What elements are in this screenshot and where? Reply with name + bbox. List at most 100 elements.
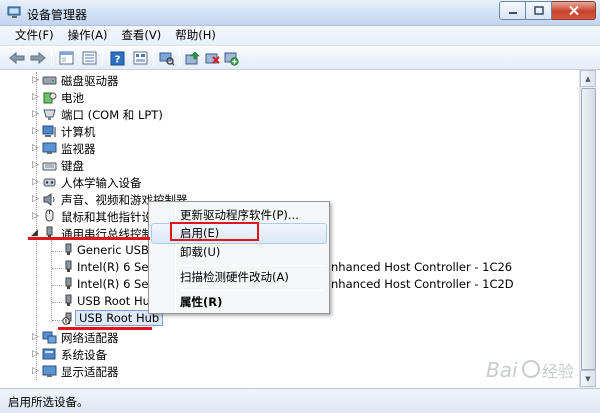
usb-root-hub-underline	[58, 327, 152, 330]
window-title: 设备管理器	[27, 8, 88, 22]
disabled-usb-device-icon	[62, 312, 72, 325]
minimize-button[interactable]	[499, 1, 526, 20]
expand-arrow-icon[interactable]: ▷	[32, 367, 41, 376]
enable-device-button[interactable]	[222, 49, 240, 67]
update-driver-button[interactable]	[183, 49, 201, 67]
mouse-icon	[45, 209, 54, 222]
expand-arrow-icon[interactable]: ▷	[32, 333, 41, 342]
speaker-icon	[43, 193, 55, 206]
forward-button[interactable]	[29, 49, 47, 67]
system-device-icon	[42, 348, 56, 360]
menu-file[interactable]: 文件(F)	[8, 26, 61, 45]
usb-device-icon	[65, 260, 72, 272]
usb-device-icon	[65, 277, 72, 289]
details-view-button[interactable]	[131, 49, 149, 67]
enable-highlight-box	[170, 222, 259, 241]
tree-item-label: 键盘	[61, 159, 84, 173]
svg-text:?: ?	[114, 54, 120, 65]
context-menu: 更新驱动程序软件(P)... 启用(E) 卸载(U) 扫描检测硬件改动(A) 属…	[148, 201, 330, 314]
menu-help[interactable]: 帮助(H)	[168, 26, 223, 45]
tree-item-label: 显示适配器	[61, 365, 119, 379]
svg-text:经验: 经验	[542, 362, 574, 381]
uninstall-button[interactable]	[203, 49, 221, 67]
tree-item-label: 系统设备	[61, 348, 107, 362]
disk-drive-icon	[42, 76, 57, 85]
list-view-icon	[82, 51, 96, 65]
svg-text:Bai: Bai	[486, 358, 518, 382]
battery-icon	[43, 92, 57, 104]
enable-device-icon	[224, 52, 239, 66]
toolbar-separator	[153, 50, 154, 66]
expand-arrow-icon[interactable]: ▷	[32, 350, 41, 359]
expand-arrow-icon[interactable]: ▷	[32, 110, 41, 119]
close-icon	[568, 5, 579, 16]
maximize-button[interactable]	[526, 1, 552, 20]
tree-item-label: 人体学输入设备	[61, 176, 142, 190]
back-button[interactable]	[8, 49, 26, 67]
context-menu-separator	[179, 265, 325, 266]
tree-item-label: USB Root Hub	[77, 294, 158, 308]
expand-arrow-icon[interactable]: ▷	[32, 76, 41, 85]
vertical-scrollbar[interactable]: ▲ ▼	[579, 70, 596, 388]
expand-arrow-icon[interactable]: ▷	[32, 144, 41, 153]
expand-arrow-icon[interactable]: ▷	[32, 195, 41, 204]
toolbar: ?	[0, 46, 600, 70]
usb-device-icon	[65, 294, 72, 306]
device-manager-icon	[7, 6, 21, 18]
toolbar-separator	[51, 50, 52, 66]
scroll-up-button[interactable]: ▲	[580, 70, 596, 87]
network-adapter-icon	[42, 331, 57, 344]
scan-hardware-icon	[159, 52, 175, 66]
forward-arrow-icon	[30, 51, 46, 65]
expand-arrow-icon[interactable]: ▷	[32, 161, 41, 170]
context-menu-separator	[179, 290, 325, 291]
tree-item-label: 端口 (COM 和 LPT)	[61, 108, 163, 122]
display-adapter-icon	[42, 365, 57, 377]
update-driver-icon	[185, 51, 200, 64]
tree-item-label-tail: nhanced Host Controller - 1C26	[331, 260, 513, 274]
usb-device-icon	[65, 243, 72, 255]
menu-item-properties[interactable]: 属性(R)	[151, 292, 327, 313]
expand-arrow-icon[interactable]: ▷	[32, 93, 41, 102]
tree-item-label: 计算机	[61, 125, 96, 139]
menu-item-scan-hardware[interactable]: 扫描检测硬件改动(A)	[151, 267, 327, 288]
help-button[interactable]: ?	[108, 49, 126, 67]
toolbar-separator	[102, 50, 103, 66]
tree-item-label: 磁盘驱动器	[61, 74, 119, 88]
tree-item-label-tail: nhanced Host Controller - 1C2D	[331, 277, 514, 291]
back-arrow-icon	[9, 51, 25, 65]
human-interface-device-icon	[43, 178, 56, 187]
tree-item-label: 监视器	[61, 142, 96, 156]
list-view-button[interactable]	[80, 49, 98, 67]
properties-window-button[interactable]	[57, 49, 75, 67]
menu-bar: 文件(F) 操作(A) 查看(V) 帮助(H)	[0, 26, 600, 46]
toolbar-separator	[179, 50, 180, 66]
computer-icon	[42, 125, 56, 137]
properties-window-icon	[59, 51, 73, 65]
status-text: 启用所选设备。	[8, 395, 89, 409]
expand-arrow-icon[interactable]: ▷	[32, 212, 41, 221]
expand-arrow-icon[interactable]: ▷	[32, 127, 41, 136]
scan-hardware-button[interactable]	[158, 49, 176, 67]
maximize-icon	[533, 6, 544, 15]
usb-controllers-underline	[28, 237, 150, 240]
details-view-icon	[133, 51, 147, 65]
scroll-up-arrow-icon: ▲	[585, 74, 591, 83]
monitor-icon	[42, 142, 57, 154]
title-bar[interactable]: 设备管理器	[0, 0, 600, 26]
window-controls	[499, 1, 596, 20]
expand-arrow-icon[interactable]: ▷	[32, 178, 41, 187]
baidu-watermark-logo: Bai 经验	[486, 358, 574, 382]
tree-branch-line	[51, 240, 52, 322]
menu-action[interactable]: 操作(A)	[61, 26, 115, 45]
minimize-icon	[508, 11, 517, 14]
scroll-thumb[interactable]	[581, 88, 596, 370]
tree-item-label: 电池	[61, 91, 84, 105]
port-icon	[43, 109, 56, 120]
uninstall-icon	[205, 53, 220, 64]
close-button[interactable]	[552, 1, 596, 20]
tree-item-label: 网络适配器	[61, 331, 119, 345]
keyboard-icon	[42, 162, 57, 171]
menu-item-uninstall[interactable]: 卸载(U)	[151, 242, 327, 263]
menu-view[interactable]: 查看(V)	[114, 26, 168, 45]
